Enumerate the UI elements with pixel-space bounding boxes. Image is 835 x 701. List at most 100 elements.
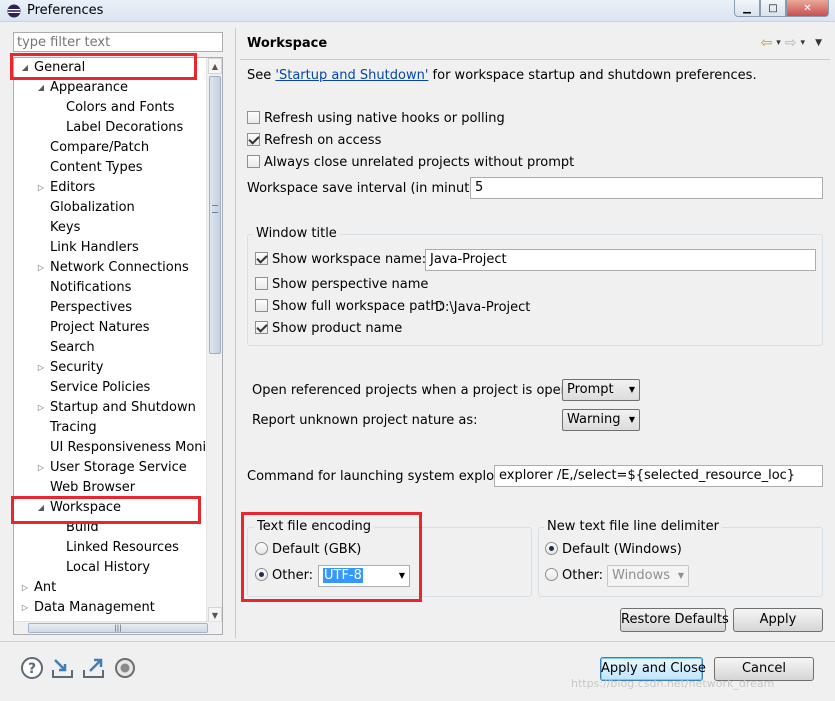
show-product-name-option[interactable]: Show product name [255,320,402,340]
tree-item[interactable]: Keys [14,218,208,238]
show-perspective-name-option[interactable]: Show perspective name [255,276,428,296]
tree-item-label: Data Management [34,600,155,615]
refresh-access-checkbox[interactable] [247,133,260,146]
expanded-arrow-icon[interactable]: ◢ [36,78,46,98]
minimize-icon: ▁ [743,2,751,14]
collapsed-arrow-icon[interactable]: ▷ [20,598,30,618]
delimiter-other-option[interactable]: Other: [545,567,603,587]
scroll-up-icon[interactable]: ▲ [208,58,222,74]
show-workspace-name-option[interactable]: Show workspace name: [255,251,426,271]
tree-item[interactable]: ◢ Appearance [14,78,208,98]
collapsed-arrow-icon[interactable]: ▷ [36,358,46,378]
collapsed-arrow-icon[interactable]: ▷ [20,578,30,598]
tree-item[interactable]: ▷ Editors [14,178,208,198]
tree-item[interactable]: Notifications [14,278,208,298]
workspace-name-input[interactable]: Java-Project [425,249,816,271]
show-full-path-option[interactable]: Show full workspace path: [255,298,443,318]
show-workspace-name-label: Show workspace name: [272,252,427,267]
tree-item-label: Startup and Shutdown [50,400,196,415]
open-referenced-value: Prompt [567,382,614,397]
collapsed-arrow-icon[interactable]: ▷ [36,458,46,478]
collapsed-arrow-icon[interactable]: ▷ [36,258,46,278]
tree-horizontal-scrollbar[interactable]: ||| [14,621,222,634]
delimiter-other-select[interactable]: Windows ▼ [607,565,689,587]
refresh-native-option[interactable]: Refresh using native hooks or polling [247,110,505,130]
chevron-down-icon: ▼ [628,415,635,424]
horizontal-scroll-thumb[interactable]: ||| [28,623,208,633]
delimiter-other-radio[interactable] [545,568,558,581]
tree-item[interactable]: Link Handlers [14,238,208,258]
tree-item[interactable]: ▷ Ant [14,578,208,598]
show-full-path-checkbox[interactable] [255,299,268,312]
tree-item[interactable]: Colors and Fonts [14,98,208,118]
close-icon: ✕ [803,2,812,14]
open-referenced-select[interactable]: Prompt ▼ [562,379,640,401]
tree-item[interactable]: ▷ Startup and Shutdown [14,398,208,418]
header-separator [240,59,830,60]
tree-item-label: Project Natures [50,320,150,335]
unknown-nature-select[interactable]: Warning ▼ [562,409,640,431]
footer-separator [0,641,835,642]
close-unrelated-option[interactable]: Always close unrelated projects without … [247,154,574,174]
highlight-encoding [241,512,422,602]
tree-item[interactable]: Content Types [14,158,208,178]
apply-button[interactable]: Apply [733,608,823,632]
startup-shutdown-link[interactable]: 'Startup and Shutdown' [275,68,428,83]
filter-input[interactable] [13,32,223,52]
tree-item[interactable]: Label Decorations [14,118,208,138]
refresh-access-option[interactable]: Refresh on access [247,132,381,152]
show-perspective-name-checkbox[interactable] [255,277,268,290]
forward-arrow-icon[interactable]: ⇨ [785,35,797,51]
tree-item-label: Colors and Fonts [66,100,175,115]
import-icon[interactable] [51,656,75,680]
collapsed-arrow-icon[interactable]: ▷ [36,398,46,418]
tree-item[interactable]: Globalization [14,198,208,218]
back-dropdown-icon[interactable]: ▾ [776,38,781,48]
show-product-name-checkbox[interactable] [255,321,268,334]
show-product-name-label: Show product name [272,321,403,336]
save-interval-input[interactable]: 5 [470,177,823,199]
restore-defaults-button[interactable]: Restore Defaults [620,608,729,632]
scroll-thumb[interactable] [209,76,221,354]
chevron-down-icon: ▼ [628,385,635,394]
back-arrow-icon[interactable]: ⇦ [761,35,773,51]
tree-item-label: Compare/Patch [50,140,150,155]
tree-vertical-scrollbar[interactable]: ▲ ▼ [206,58,222,623]
tree-item[interactable]: Service Policies [14,378,208,398]
delimiter-default-option[interactable]: Default (Windows) [545,541,682,561]
forward-dropdown-icon[interactable]: ▾ [801,38,806,48]
delimiter-other-value: Windows [612,568,671,583]
tree-item-label: Local History [66,560,151,575]
tree-item[interactable]: ▷ Data Management [14,598,208,618]
open-referenced-label: Open referenced projects when a project … [252,383,590,398]
refresh-native-checkbox[interactable] [247,111,260,124]
record-icon[interactable] [113,656,137,680]
tree-item[interactable]: ▷ User Storage Service [14,458,208,478]
show-workspace-name-checkbox[interactable] [255,252,268,265]
tree-item[interactable]: Search [14,338,208,358]
eclipse-app-icon [7,4,21,18]
minimize-button[interactable]: ▁ [734,0,760,17]
close-unrelated-checkbox[interactable] [247,155,260,168]
help-icon[interactable]: ? [20,656,44,680]
tree-item[interactable]: Web Browser [14,478,208,498]
tree-item[interactable]: UI Responsiveness Monito [14,438,208,458]
export-icon[interactable] [82,656,106,680]
tree-item[interactable]: Compare/Patch [14,138,208,158]
view-menu-icon[interactable]: ▼ [815,38,822,48]
tree-item[interactable]: Linked Resources [14,538,208,558]
close-window-button[interactable]: ✕ [786,0,829,17]
tree-item[interactable]: ▷ Security [14,358,208,378]
tree-item[interactable]: Perspectives [14,298,208,318]
tree-item-label: Service Policies [50,380,151,395]
startup-info-line: See 'Startup and Shutdown' for workspace… [247,68,757,83]
explorer-command-input[interactable]: explorer /E,/select=${selected_resource_… [494,465,823,487]
tree-item[interactable]: Local History [14,558,208,578]
tree-item[interactable]: ▷ Network Connections [14,258,208,278]
tree-item[interactable]: Tracing [14,418,208,438]
title-bar: Preferences ▁ □ ✕ [0,0,835,22]
delimiter-default-radio[interactable] [545,542,558,555]
maximize-button[interactable]: □ [760,0,786,17]
collapsed-arrow-icon[interactable]: ▷ [36,178,46,198]
tree-item[interactable]: Project Natures [14,318,208,338]
